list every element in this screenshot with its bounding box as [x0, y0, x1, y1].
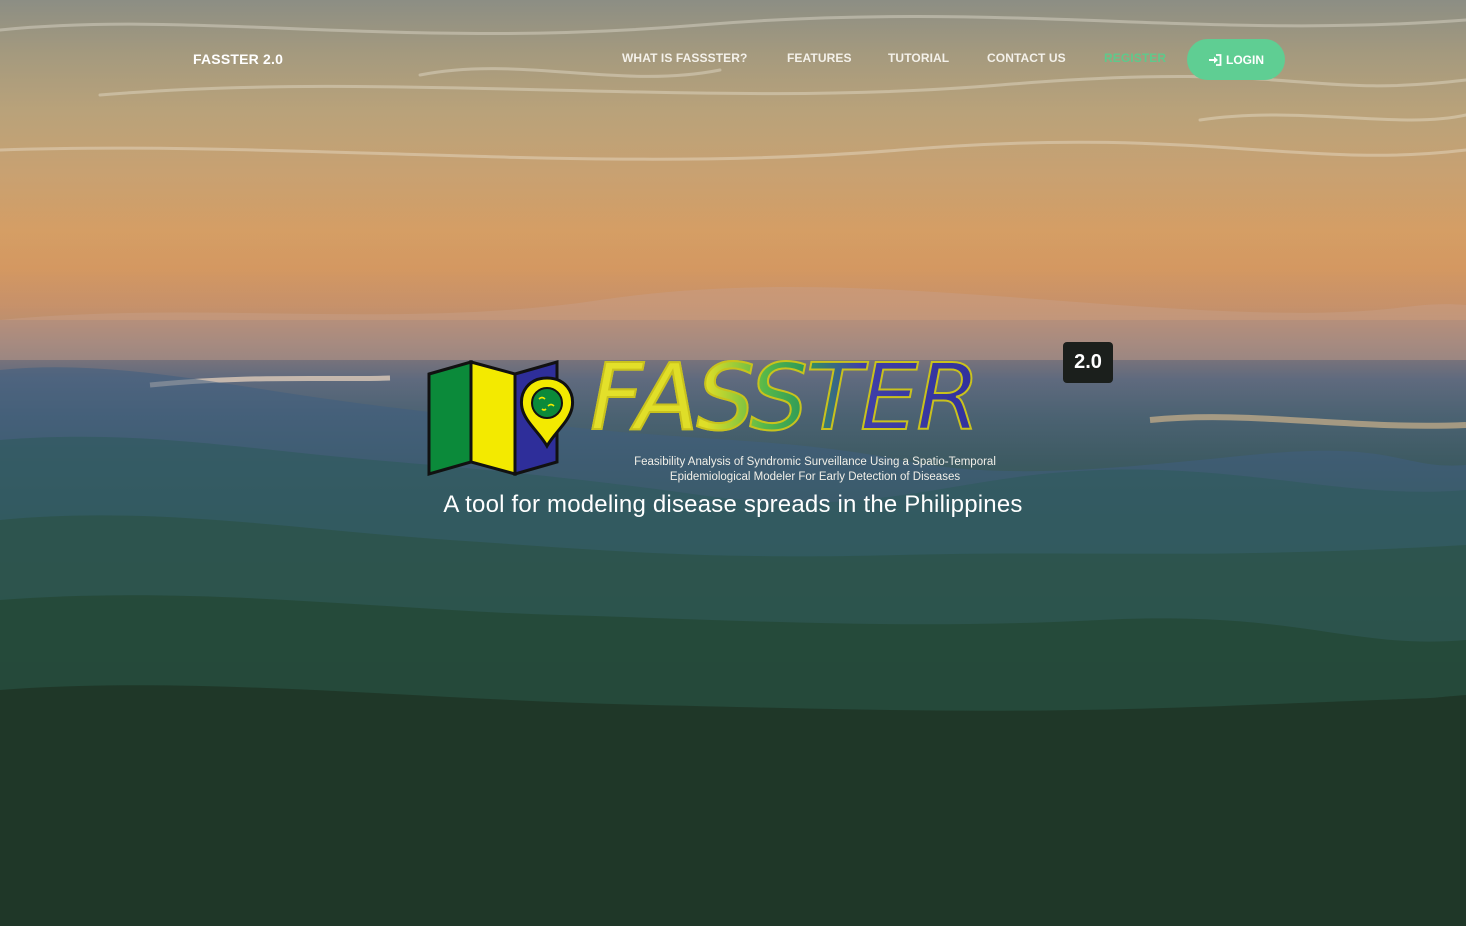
nav-link-tutorial[interactable]: TUTORIAL: [888, 51, 949, 65]
sign-in-icon: [1209, 53, 1222, 66]
nav-link-what-is-fassster[interactable]: WHAT IS FASSSTER?: [622, 51, 747, 65]
folded-map-pin-icon: [427, 360, 575, 476]
acronym-full-name: Feasibility Analysis of Syndromic Survei…: [560, 455, 1070, 485]
login-label: LOGIN: [1226, 52, 1264, 67]
login-button[interactable]: LOGIN: [1187, 39, 1285, 80]
hero-section: FASSTER 2.0 WHAT IS FASSSTER? FEATURES T…: [0, 0, 1466, 926]
nav-link-register[interactable]: REGISTER: [1104, 51, 1166, 65]
nav-link-features[interactable]: FEATURES: [787, 51, 852, 65]
nav-link-contact-us[interactable]: CONTACT US: [987, 51, 1066, 65]
hero-tagline: A tool for modeling disease spreads in t…: [443, 491, 1023, 518]
acronym-line-1: Feasibility Analysis of Syndromic Survei…: [634, 456, 996, 468]
acronym-line-2: Epidemiological Modeler For Early Detect…: [669, 471, 961, 483]
version-badge: 2.0: [1063, 342, 1113, 383]
fassster-wordmark: FASSTER: [589, 344, 981, 451]
